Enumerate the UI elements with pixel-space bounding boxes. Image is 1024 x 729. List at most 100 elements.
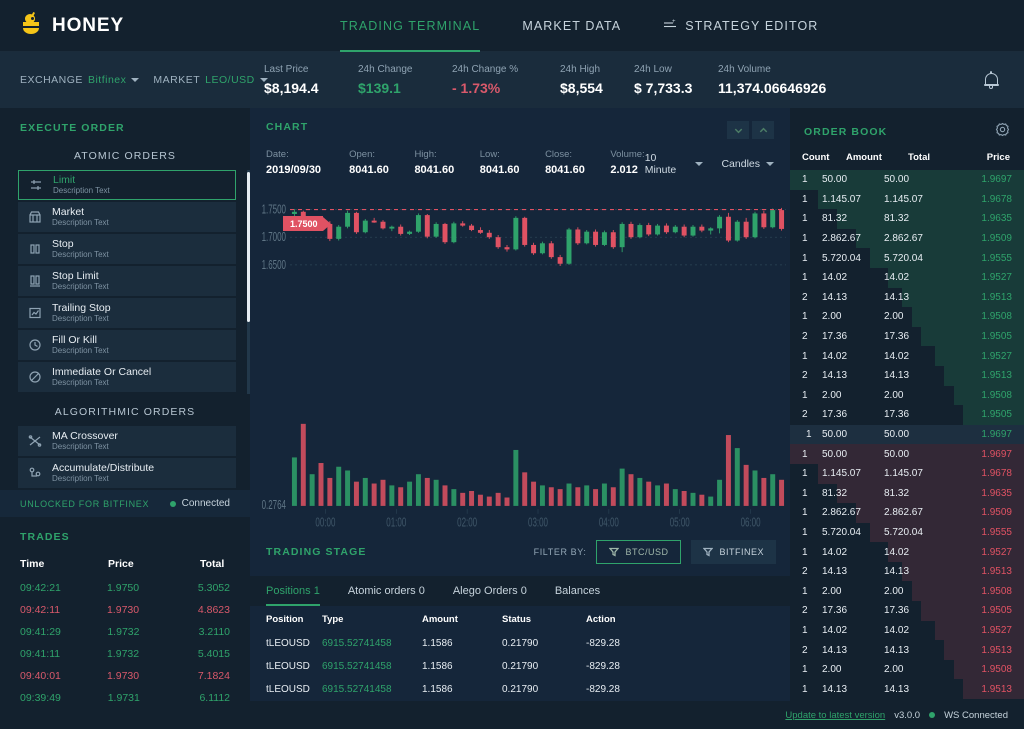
order-book-ask-row[interactable]: 1 5.720.04 5.720.04 1.9555: [790, 522, 1024, 543]
trade-total: 4.8623: [197, 604, 230, 616]
price-marker-value: 1.7500: [283, 216, 323, 231]
notifications-button[interactable]: [958, 71, 1024, 89]
positions-table-header: Position Type Amount Status Action: [266, 606, 774, 632]
table-row[interactable]: 09:42:11 1.9730 4.8623: [20, 599, 230, 621]
order-book-ask-row[interactable]: 1 2.00 2.00 1.9508: [790, 659, 1024, 680]
chart-collapse-button[interactable]: [727, 121, 749, 139]
trade-total: 5.4015: [197, 648, 230, 660]
chevron-down-icon: [695, 162, 704, 166]
exchange-selector[interactable]: EXCHANGE Bitfinex: [20, 74, 140, 86]
order-book-ask-row[interactable]: 1 50.00 50.00 1.9697: [790, 444, 1024, 464]
order-book-spread-row[interactable]: 1 50.00 50.00 1.9697: [790, 424, 1024, 445]
order-book-ask-row[interactable]: 1 81.32 81.32 1.9635: [790, 483, 1024, 504]
ob-price: 1.9505: [981, 605, 1012, 617]
nav-tab-market-data[interactable]: MARKET DATA: [522, 0, 621, 52]
order-book-bid-row[interactable]: 2 17.36 17.36 1.9505: [790, 326, 1024, 347]
order-book-bid-row[interactable]: 1 50.00 50.00 1.9697: [790, 170, 1024, 190]
table-row[interactable]: 09:42:21 1.9750 5.3052: [20, 577, 230, 599]
order-type-market[interactable]: Market Description Text: [18, 202, 236, 232]
order-type-accumulate-distribute[interactable]: Accumulate/Distribute Description Text: [18, 458, 236, 488]
brand-logo[interactable]: HONEY: [0, 11, 250, 37]
order-book-bid-row[interactable]: 2 14.13 14.13 1.9513: [790, 365, 1024, 386]
order-book-bid-row[interactable]: 1 14.02 14.02 1.9527: [790, 346, 1024, 366]
ob-count: 1: [802, 193, 808, 205]
tab-positions[interactable]: Positions 1: [266, 576, 320, 606]
tab-algo-orders[interactable]: Alego Orders 0: [453, 576, 527, 606]
order-book-ask-row[interactable]: 2 14.13 14.13 1.9513: [790, 561, 1024, 582]
order-book-rows[interactable]: 1 50.00 50.00 1.9697 1 1.145.07 1.145.07 1.9678…: [790, 170, 1024, 701]
cancel-icon: [27, 370, 42, 385]
order-book-bid-row[interactable]: 2 14.13 14.13 1.9513: [790, 287, 1024, 308]
order-type-stop-limit[interactable]: Stop Limit Description Text: [18, 266, 236, 296]
ob-count: 1: [802, 683, 808, 695]
order-book-bid-row[interactable]: 1 5.720.04 5.720.04 1.9555: [790, 248, 1024, 268]
order-book-ask-row[interactable]: 2 14.13 14.13 1.9513: [790, 640, 1024, 660]
order-book-ask-row[interactable]: 1 2.00 2.00 1.9508: [790, 581, 1024, 602]
chevron-down-icon: [131, 78, 140, 82]
ob-price: 1.9697: [981, 429, 1012, 441]
order-book-ask-row[interactable]: 1 2.862.67 2.862.67 1.9509: [790, 503, 1024, 523]
order-type-stop[interactable]: Stop Description Text: [18, 234, 236, 264]
order-book-ask-row[interactable]: 2 17.36 17.36 1.9505: [790, 601, 1024, 621]
order-book-ask-row[interactable]: 1 14.02 14.02 1.9527: [790, 542, 1024, 562]
filter-chip-btcusd[interactable]: BTC/USD: [596, 540, 682, 564]
order-type-immediate-or-cancel[interactable]: Immediate Or Cancel Description Text: [18, 362, 236, 392]
table-row[interactable]: 09:40:01 1.9730 7.1824: [20, 665, 230, 687]
ob-total: 14.02: [884, 624, 910, 636]
order-book-bid-row[interactable]: 1 2.00 2.00 1.9508: [790, 385, 1024, 406]
ob-amount: 5.720.04: [822, 526, 861, 538]
order-type-desc: Description Text: [52, 314, 109, 324]
order-book-bid-row[interactable]: 1 2.862.67 2.862.67 1.9509: [790, 228, 1024, 249]
interval-dropdown[interactable]: 10 Minute: [645, 152, 704, 176]
nav-tab-trading-terminal[interactable]: TRADING TERMINAL: [340, 0, 481, 52]
ob-total: 50.00: [884, 448, 910, 460]
ob-price: 1.9508: [981, 585, 1012, 597]
order-book-ask-row[interactable]: 1 14.02 14.02 1.9527: [790, 620, 1024, 641]
svg-text:00:00: 00:00: [315, 516, 335, 528]
interval-value: 10 Minute: [644, 152, 677, 176]
table-row[interactable]: 09:41:29 1.9732 3.2110: [20, 621, 230, 643]
trading-stage-title: TRADING STAGE: [266, 546, 367, 558]
table-row[interactable]: tLEOUSD 6915.52741458 1.1586 0.21790 -82…: [266, 632, 774, 655]
execute-order-title: EXECUTE ORDER: [20, 122, 125, 134]
ob-amount: 2.00: [822, 311, 842, 323]
filter-chip-bitfinex[interactable]: BITFINEX: [691, 540, 776, 564]
order-type-trailing-stop[interactable]: Trailing Stop Description Text: [18, 298, 236, 328]
ob-count: 1: [802, 664, 808, 676]
ob-count: 1: [802, 585, 808, 597]
stage-filters: FILTER BY: BTC/USD BITFINEX: [534, 540, 776, 564]
tab-balances[interactable]: Balances: [555, 576, 600, 606]
ob-total: 5.720.04: [884, 252, 923, 264]
order-book-settings-button[interactable]: [995, 122, 1010, 142]
table-row[interactable]: tLEOUSD 6915.52741458 1.1586 0.21790 -82…: [266, 678, 774, 701]
order-book-ask-row[interactable]: 1 1.145.07 1.145.07 1.9678: [790, 463, 1024, 484]
strategy-icon: +: [663, 19, 677, 33]
nav-tab-strategy-editor[interactable]: + STRATEGY EDITOR: [663, 0, 818, 52]
ob-count: 2: [802, 605, 808, 617]
table-row[interactable]: tLEOUSD 6915.52741458 1.1586 0.21790 -82…: [266, 655, 774, 678]
order-book-bid-row[interactable]: 1 81.32 81.32 1.9635: [790, 209, 1024, 229]
order-type-fill-or-kill[interactable]: Fill Or Kill Description Text: [18, 330, 236, 360]
ob-count: 2: [802, 644, 808, 656]
order-type-ma-crossover[interactable]: MA Crossover Description Text: [18, 426, 236, 456]
svg-text:04:00: 04:00: [599, 516, 619, 528]
update-link[interactable]: Update to latest version: [785, 710, 885, 721]
position-status: 0.21790: [502, 638, 539, 649]
order-book-ask-row[interactable]: 1 14.13 14.13 1.9513: [790, 679, 1024, 700]
ob-price: 1.9508: [981, 311, 1012, 323]
order-type-limit[interactable]: Limit Description Text: [18, 170, 236, 200]
order-book-bid-row[interactable]: 2 17.36 17.36 1.9505: [790, 405, 1024, 425]
chart-canvas[interactable]: 1.75001.70001.65000.276400:00 01:00 02:00 0…: [250, 184, 790, 528]
trade-price: 1.9730: [106, 670, 140, 682]
chart-type-dropdown[interactable]: Candles: [721, 158, 774, 170]
ohlc-key: Low:: [479, 149, 500, 160]
ob-price: 1.9509: [981, 507, 1012, 519]
tab-atomic-orders[interactable]: Atomic orders 0: [348, 576, 425, 606]
chart-expand-button[interactable]: [752, 121, 774, 139]
order-type-desc: Description Text: [52, 346, 109, 356]
table-row[interactable]: 09:41:11 1.9732 5.4015: [20, 643, 230, 665]
order-book-bid-row[interactable]: 1 2.00 2.00 1.9508: [790, 307, 1024, 327]
order-book-bid-row[interactable]: 1 1.145.07 1.145.07 1.9678: [790, 189, 1024, 210]
order-book-bid-row[interactable]: 1 14.02 14.02 1.9527: [790, 267, 1024, 288]
price-chart[interactable]: 1.7500 1.7000 1.6500 0.2764 00:00 01:00 02:00 0…: [250, 184, 790, 528]
